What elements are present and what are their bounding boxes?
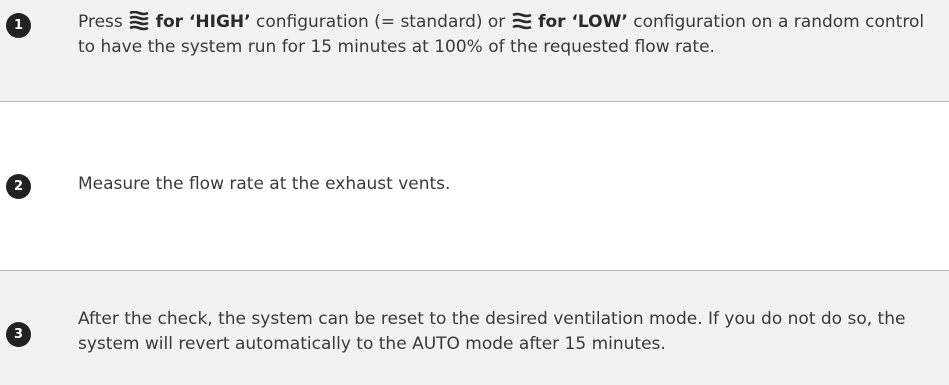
- step-2-number-badge: 2: [6, 174, 31, 199]
- step-1-text: Press for ‘HIGH’ configuration (= standa…: [78, 10, 944, 60]
- ventilation-low-icon: [511, 11, 533, 31]
- step-1-press-label: Press: [78, 12, 123, 32]
- step-3-text: After the check, the system can be reset…: [78, 309, 906, 354]
- high-configuration-label: for ‘HIGH’: [155, 12, 251, 32]
- step-1-middle-text: configuration (= standard) or: [256, 12, 506, 32]
- step-2-text: Measure the flow rate at the exhaust ven…: [78, 174, 451, 194]
- step-1-number-badge: 1: [6, 13, 31, 38]
- instruction-steps: 1 Press for ‘HIGH’ configuration (= stan…: [0, 0, 949, 385]
- step-3-number-badge: 3: [6, 322, 31, 347]
- step-2-row: 2 Measure the flow rate at the exhaust v…: [0, 102, 949, 271]
- ventilation-high-icon: [128, 11, 150, 31]
- step-1-row: 1 Press for ‘HIGH’ configuration (= stan…: [0, 0, 949, 102]
- step-3-row: 3 After the check, the system can be res…: [0, 271, 949, 385]
- low-configuration-label: for ‘LOW’: [538, 12, 628, 32]
